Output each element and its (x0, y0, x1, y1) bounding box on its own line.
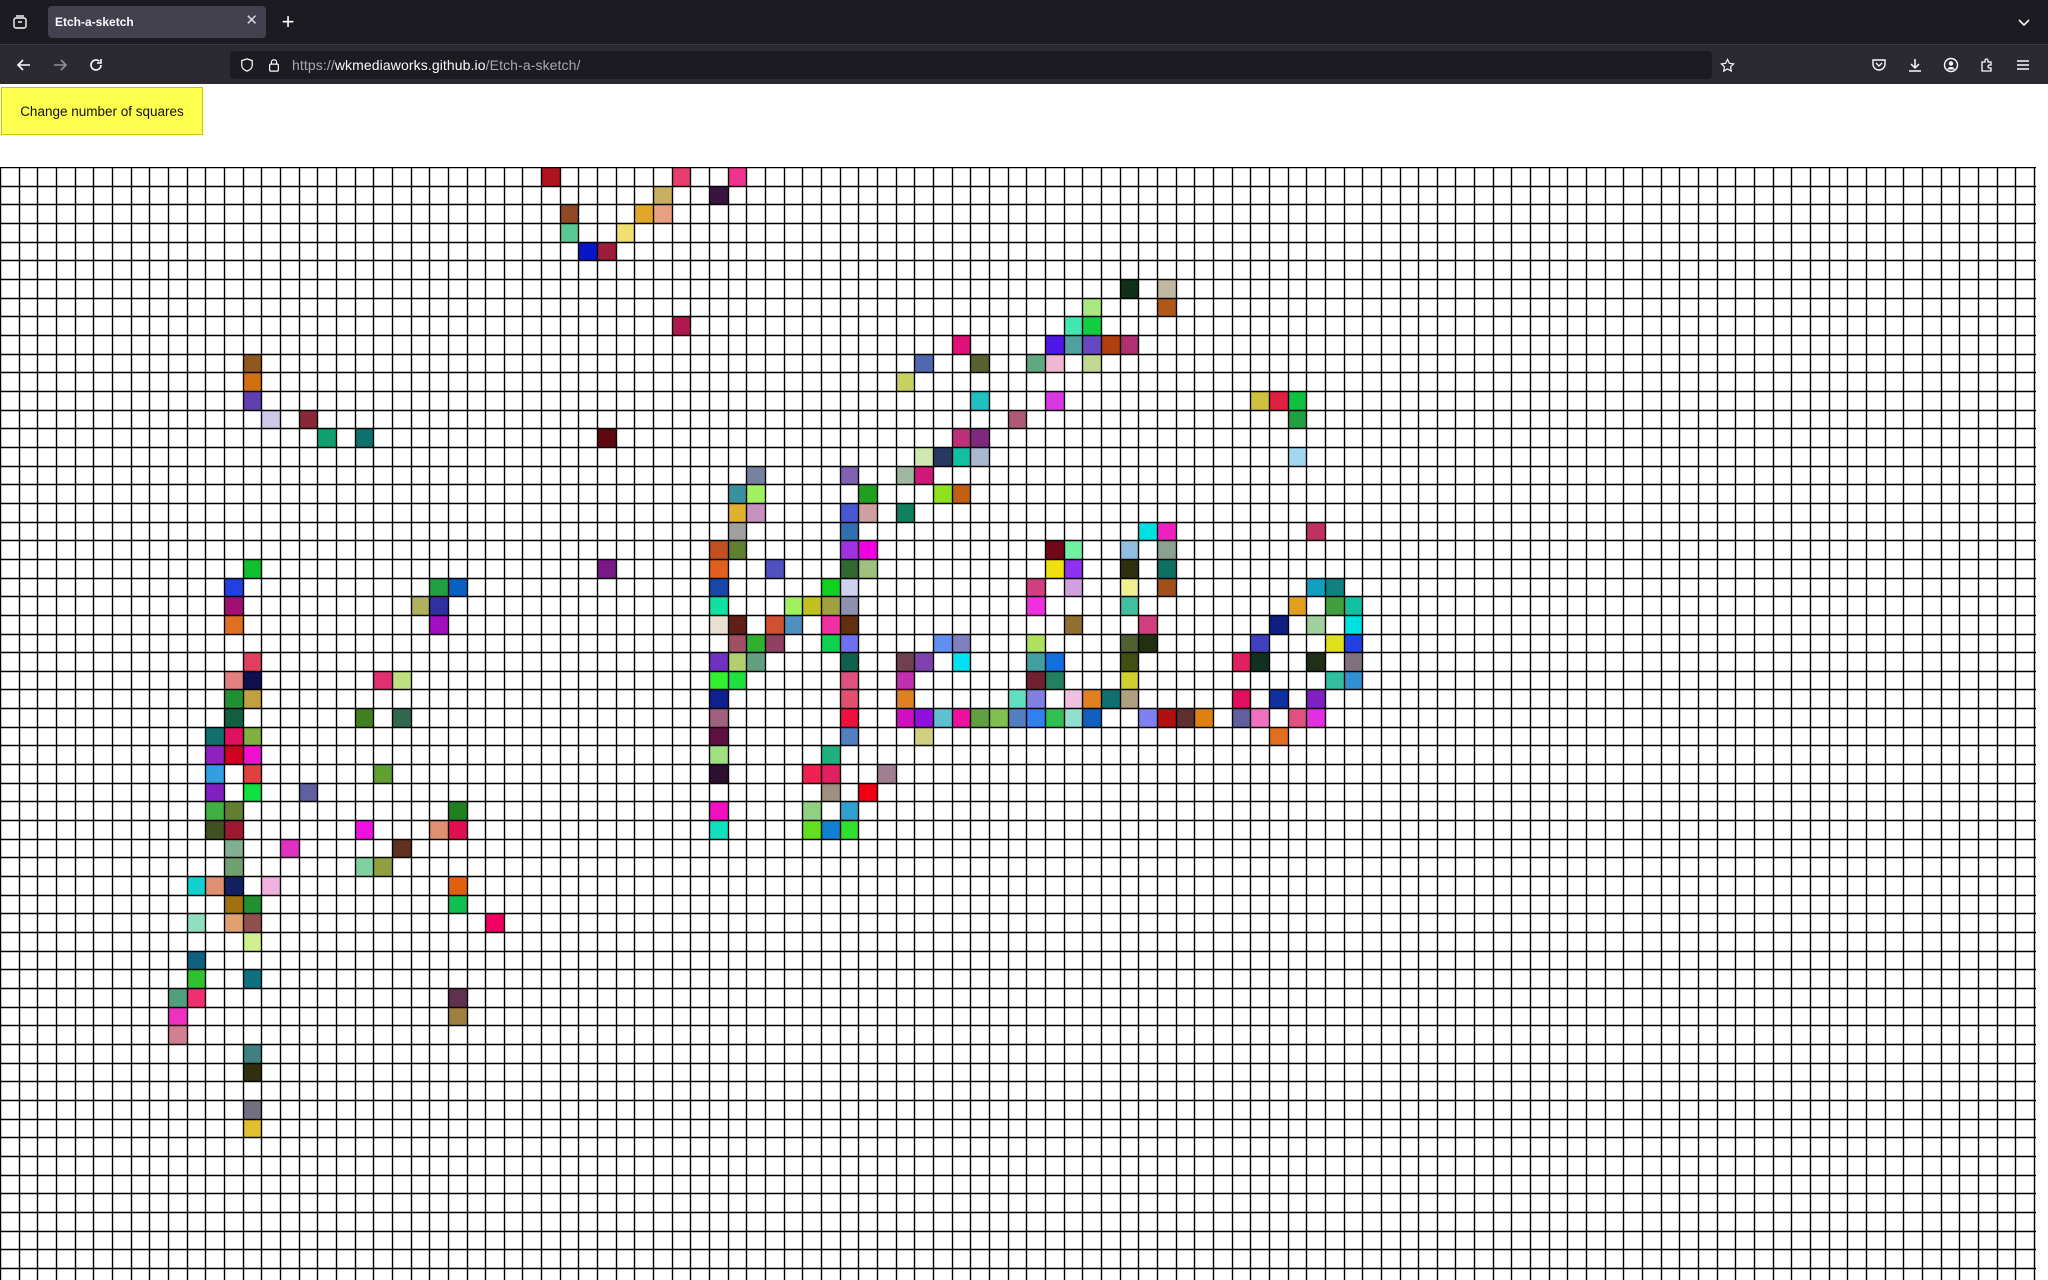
grid-line-path (0, 167, 2036, 1280)
tab-etch-a-sketch[interactable]: Etch-a-sketch ✕ (48, 6, 266, 38)
tab-title: Etch-a-sketch (55, 15, 134, 29)
pocket-icon[interactable] (1869, 55, 1889, 75)
browser-toolbar: https://wkmediaworks.github.io/Etch-a-sk… (0, 44, 2048, 84)
tab-list-icon[interactable] (10, 12, 30, 32)
reload-icon[interactable] (86, 55, 106, 75)
account-icon[interactable] (1941, 55, 1961, 75)
sketch-grid[interactable] (0, 167, 2036, 1280)
downloads-icon[interactable] (1905, 55, 1925, 75)
shield-icon[interactable] (239, 57, 255, 73)
grid-lines (0, 167, 2036, 1280)
tab-close-icon[interactable]: ✕ (245, 13, 258, 29)
change-number-of-squares-button[interactable]: Change number of squares (1, 87, 203, 135)
list-all-tabs-icon[interactable] (2014, 12, 2034, 32)
url-host: wkmediaworks.github.io (334, 57, 486, 73)
back-icon[interactable] (14, 55, 34, 75)
url-prefix: https:// (292, 57, 335, 73)
menu-icon[interactable] (2013, 55, 2033, 75)
extensions-icon[interactable] (1977, 55, 1997, 75)
url-path: /Etch-a-sketch/ (485, 57, 581, 73)
lock-icon[interactable] (266, 57, 282, 73)
url-bar[interactable]: https://wkmediaworks.github.io/Etch-a-sk… (230, 51, 1735, 79)
url-text[interactable]: https://wkmediaworks.github.io/Etch-a-sk… (292, 57, 581, 73)
new-tab-button[interactable]: + (278, 11, 298, 33)
bookmark-star-icon[interactable] (1719, 57, 1735, 73)
browser-tab-bar: Etch-a-sketch ✕ + (0, 0, 2048, 44)
forward-icon[interactable] (50, 55, 70, 75)
